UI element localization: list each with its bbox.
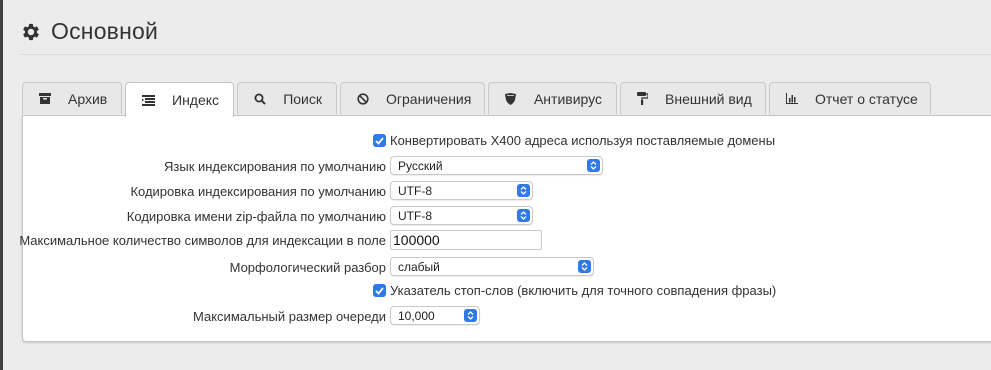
morphology-select[interactable]: слабый bbox=[390, 257, 594, 276]
tab-appearance[interactable]: Внешний вид bbox=[620, 82, 766, 114]
index-encoding-label: Кодировка индексирования по умолчанию bbox=[130, 184, 386, 199]
index-language-row: Язык индексирования по умолчанию Русский bbox=[23, 156, 991, 178]
max-queue-label: Максимальный размер очереди bbox=[193, 309, 386, 324]
stopwords-row: Указатель стоп-слов (включить для точног… bbox=[23, 283, 991, 305]
chevron-updown-icon bbox=[517, 184, 530, 197]
max-queue-row: Максимальный размер очереди 10,000 bbox=[23, 306, 991, 328]
max-queue-value: 10,000 bbox=[398, 308, 435, 323]
ban-icon bbox=[357, 92, 369, 106]
convert-x400-row: Конвертировать X400 адреса используя пос… bbox=[23, 133, 991, 155]
tab-search[interactable]: Поиск bbox=[237, 82, 337, 114]
morphology-row: Морфологический разбор слабый bbox=[23, 257, 991, 279]
page-title: Основной bbox=[51, 18, 159, 44]
index-encoding-value: UTF-8 bbox=[398, 183, 432, 198]
tab-bar: Архив Индекс Поиск Ограничения Антивирус… bbox=[22, 82, 934, 117]
index-language-label: Язык индексирования по умолчанию bbox=[164, 159, 386, 174]
stopwords-label: Указатель стоп-слов (включить для точног… bbox=[390, 283, 777, 298]
gear-icon bbox=[20, 21, 42, 43]
paint-roller-icon bbox=[637, 92, 648, 106]
tab-index[interactable]: Индекс bbox=[125, 82, 234, 117]
max-chars-input[interactable]: 100000 bbox=[390, 230, 542, 250]
convert-x400-label: Конвертировать X400 адреса используя пос… bbox=[390, 133, 776, 148]
bar-chart-icon bbox=[786, 92, 798, 106]
tab-antivirus-label: Антивирус bbox=[533, 90, 602, 107]
index-settings-panel: Конвертировать X400 адреса используя пос… bbox=[19, 115, 991, 342]
tab-status-report-label: Отчет о статусе bbox=[815, 90, 918, 107]
index-encoding-select[interactable]: UTF-8 bbox=[390, 181, 533, 200]
max-chars-label: Максимальное количество символов для инд… bbox=[19, 233, 386, 248]
max-queue-select[interactable]: 10,000 bbox=[390, 306, 480, 325]
stopwords-option[interactable]: Указатель стоп-слов (включить для точног… bbox=[373, 283, 776, 298]
tab-archive[interactable]: Архив bbox=[22, 82, 122, 114]
morphology-value: слабый bbox=[398, 259, 440, 274]
search-icon bbox=[254, 92, 266, 106]
index-language-select[interactable]: Русский bbox=[390, 156, 603, 175]
page-header: Основной bbox=[20, 18, 158, 45]
archive-icon bbox=[39, 92, 51, 106]
chevron-updown-icon bbox=[517, 209, 530, 222]
tab-appearance-label: Внешний вид bbox=[665, 90, 752, 107]
max-chars-row: Максимальное количество символов для инд… bbox=[19, 230, 991, 252]
zip-encoding-row: Кодировка имени zip-файла по умолчанию U… bbox=[23, 206, 991, 228]
tab-restrictions-label: Ограничения bbox=[386, 90, 472, 107]
chevron-updown-icon bbox=[587, 159, 600, 172]
tab-search-label: Поиск bbox=[283, 90, 322, 107]
morphology-label: Морфологический разбор bbox=[229, 260, 386, 275]
window-edge bbox=[0, 0, 3, 370]
convert-x400-option[interactable]: Конвертировать X400 адреса используя пос… bbox=[373, 133, 775, 148]
tab-antivirus[interactable]: Антивирус bbox=[488, 82, 617, 114]
zip-encoding-select[interactable]: UTF-8 bbox=[390, 206, 533, 225]
chevron-updown-icon bbox=[578, 260, 591, 273]
tab-restrictions[interactable]: Ограничения bbox=[340, 82, 485, 114]
tab-status-report[interactable]: Отчет о статусе bbox=[769, 82, 931, 114]
header-divider bbox=[20, 54, 991, 55]
index-language-value: Русский bbox=[398, 158, 443, 173]
index-encoding-row: Кодировка индексирования по умолчанию UT… bbox=[23, 181, 991, 203]
tab-archive-label: Архив bbox=[68, 90, 108, 107]
stopwords-checkbox[interactable] bbox=[373, 284, 386, 297]
zip-encoding-label: Кодировка имени zip-файла по умолчанию bbox=[126, 209, 386, 224]
chevron-updown-icon bbox=[464, 309, 477, 322]
convert-x400-checkbox[interactable] bbox=[373, 134, 386, 147]
zip-encoding-value: UTF-8 bbox=[398, 208, 432, 223]
shield-icon bbox=[505, 92, 517, 106]
tab-index-label: Индекс bbox=[172, 92, 220, 108]
index-list-icon bbox=[142, 93, 155, 107]
